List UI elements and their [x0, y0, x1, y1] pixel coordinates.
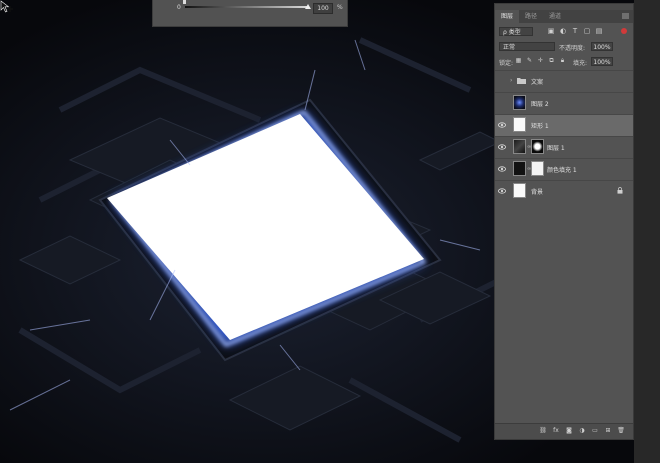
type-filter-icon[interactable]: T [571, 27, 579, 35]
filter-toggle-icon[interactable] [621, 28, 627, 34]
output-gradient-bar [185, 6, 309, 8]
layer-row[interactable]: ∞ 图层 1 [495, 136, 633, 158]
adjustment-layer-icon[interactable]: ◑ [578, 427, 586, 435]
layer-list: › 文案 图层 2 矩形 1 ∞ 图层 1 ∞ 颜色填充 1 背景 [495, 70, 633, 202]
adjustment-filter-icon[interactable]: ◐ [559, 27, 567, 35]
shape-filter-icon[interactable]: ▢ [583, 27, 591, 35]
levels-dialog: 0 100 % [152, 0, 348, 27]
layer-name: 图层 2 [531, 101, 549, 108]
input-min-value: 0 [177, 4, 181, 11]
add-mask-icon[interactable]: ◙ [565, 427, 573, 435]
lock-icons: ▦ ✎ ✛ ⧉ 🔒︎ [515, 57, 566, 65]
new-layer-icon[interactable]: ⊞ [604, 427, 612, 435]
panel-bottom-bar: ⛓ fx ◙ ◑ ▭ ⊞ 🗑︎ [495, 423, 633, 439]
layer-thumbnail [513, 183, 526, 198]
layer-thumbnail [513, 95, 526, 110]
fill-label: 填充: [573, 60, 588, 67]
layer-row[interactable]: ∞ 颜色填充 1 [495, 158, 633, 180]
folder-icon [517, 78, 526, 84]
panel-dock-strip [634, 0, 660, 463]
tab-channels[interactable]: 通道 [543, 10, 567, 23]
lock-artboard-icon[interactable]: ⧉ [548, 57, 555, 65]
layer-thumbnail [513, 161, 526, 176]
layer-name: 背景 [531, 189, 544, 196]
layer-name: 颜色填充 1 [547, 167, 577, 174]
layer-filter-row: ρ 类型 ▣ ◐ T ▢ ▤ [495, 26, 633, 38]
layer-mask-thumbnail[interactable] [531, 139, 544, 154]
panel-tabs: 图层 路径 通道 [495, 10, 633, 23]
layer-thumbnail [513, 117, 526, 132]
unit-label: % [337, 4, 343, 11]
fill-field[interactable]: 100% [591, 57, 613, 66]
panel-menu-icon[interactable] [622, 13, 629, 19]
tab-paths[interactable]: 路径 [519, 10, 543, 23]
slider-handle-right[interactable] [305, 4, 311, 9]
layer-row[interactable]: 图层 2 [495, 92, 633, 114]
link-layers-icon[interactable]: ⛓ [539, 427, 547, 435]
layer-mask-thumbnail[interactable] [531, 161, 544, 176]
layer-row-group[interactable]: › 文案 [495, 70, 633, 92]
eye-icon[interactable] [498, 165, 506, 173]
lock-label: 锁定: [499, 60, 514, 67]
lock-position-icon[interactable]: ✛ [537, 57, 544, 65]
eye-icon[interactable] [498, 143, 506, 151]
filter-icons: ▣ ◐ T ▢ ▤ [547, 27, 603, 35]
filter-kind-select[interactable]: ρ 类型 [499, 27, 533, 36]
layer-name: 矩形 1 [531, 123, 549, 130]
opacity-label: 不透明度: [559, 45, 586, 52]
layer-row-background[interactable]: 背景 [495, 180, 633, 202]
blend-mode-select[interactable]: 正常 [499, 42, 555, 51]
layer-name: 图层 1 [547, 145, 565, 152]
move-cursor-icon [0, 0, 13, 13]
layers-panel: 图层 路径 通道 ρ 类型 ▣ ◐ T ▢ ▤ 正常 不透明度: 100% 锁定… [494, 3, 634, 440]
lock-transparent-icon[interactable]: ▦ [515, 57, 522, 65]
blend-row: 正常 不透明度: 100% [495, 41, 633, 53]
lock-icon [617, 187, 623, 194]
layer-row-selected[interactable]: 矩形 1 [495, 114, 633, 136]
max-value-field[interactable]: 100 [313, 3, 333, 14]
layer-thumbnail [513, 139, 526, 154]
lock-image-icon[interactable]: ✎ [526, 57, 533, 65]
opacity-field[interactable]: 100% [591, 42, 613, 51]
fx-icon[interactable]: fx [552, 427, 560, 435]
lock-row: 锁定: ▦ ✎ ✛ ⧉ 🔒︎ 填充: 100% [495, 56, 633, 68]
expand-arrow-icon[interactable]: › [510, 77, 512, 84]
delete-layer-icon[interactable]: 🗑︎ [617, 427, 625, 435]
smart-object-filter-icon[interactable]: ▤ [595, 27, 603, 35]
layer-name: 文案 [531, 79, 544, 86]
lock-all-icon[interactable]: 🔒︎ [559, 57, 566, 65]
tab-layers[interactable]: 图层 [495, 10, 520, 23]
panel-bottom-icons: ⛓ fx ◙ ◑ ▭ ⊞ 🗑︎ [539, 427, 625, 435]
eye-icon[interactable] [498, 187, 506, 195]
eye-icon[interactable] [498, 121, 506, 129]
image-filter-icon[interactable]: ▣ [547, 27, 555, 35]
slider-handle-left[interactable] [183, 0, 186, 4]
new-group-icon[interactable]: ▭ [591, 427, 599, 435]
